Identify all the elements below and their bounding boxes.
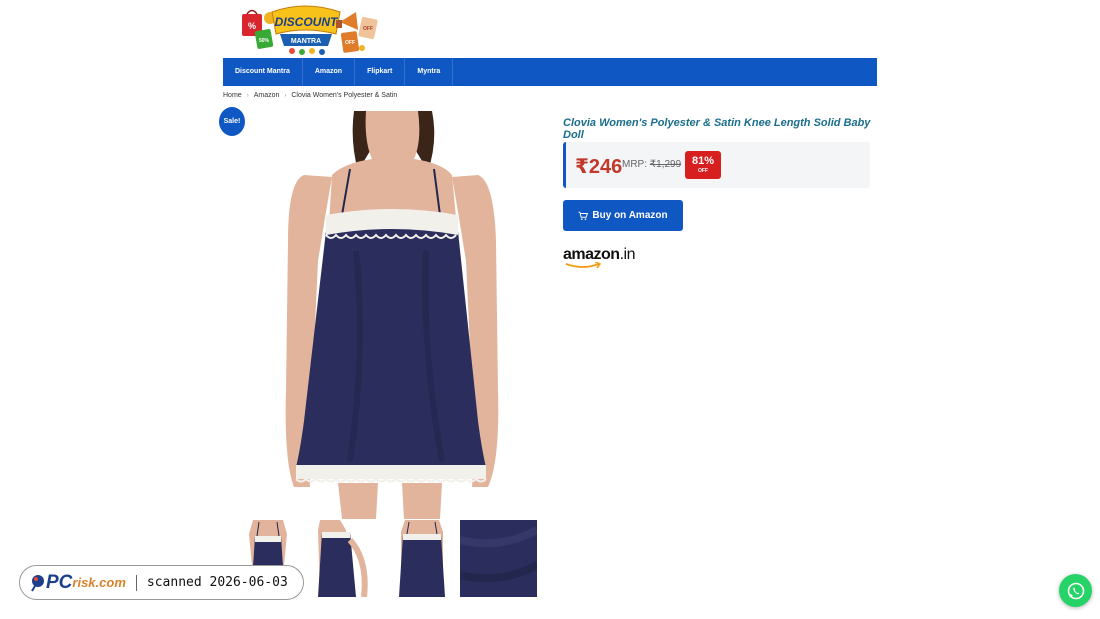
sale-badge: Sale! [219,107,245,136]
product-main-image[interactable] [246,111,537,519]
product-price: ₹246 [575,156,623,178]
mrp-prefix: MRP: [622,159,647,170]
product-title: Clovia Women's Polyester & Satin Knee Le… [563,117,871,141]
scan-watermark: PC risk.com scanned 2026-06-03 [19,565,304,600]
product-thumbnail[interactable] [306,520,383,598]
product-thumbnail[interactable] [459,520,539,597]
nav-item-amazon[interactable]: Amazon [303,58,356,86]
breadcrumb: Home › Amazon › Clovia Women's Polyester… [223,92,397,99]
logo-bag-label: OFF [363,26,373,32]
breadcrumb-separator-icon: › [246,92,249,99]
mrp-value: ₹1,299 [649,159,682,170]
nav-item-flipkart[interactable]: Flipkart [355,58,406,86]
logo-line1: DISCOUNT [275,15,339,29]
discount-percent: 81% [691,155,715,167]
site-logo[interactable]: % 50% DISCOUNT MANTRA OFF OFF [240,4,380,56]
logo-bag-label: OFF [345,40,355,46]
pcrisk-logo: PC risk.com [30,572,126,594]
product-page: % 50% DISCOUNT MANTRA OFF OFF Discount M… [0,0,1100,619]
price-box: ₹246 MRP: ₹1,299 81% OFF [563,142,870,188]
breadcrumb-separator-icon: › [284,92,287,99]
nav-item-myntra[interactable]: Myntra [405,58,454,86]
logo-bag-label: % [248,21,256,31]
breadcrumb-current: Clovia Women's Polyester & Satin [291,92,398,99]
amazon-in-logo: amazon.in [563,246,635,272]
discount-badge: 81% OFF [685,151,721,179]
logo-bag-label: 50% [259,38,270,44]
product-thumbnail[interactable] [383,520,460,597]
breadcrumb-home[interactable]: Home [223,92,242,99]
discount-off-label: OFF [698,168,708,174]
mrp-label: MRP: ₹1,299 [622,159,681,170]
buy-button-label: Buy on Amazon [592,210,668,221]
pcrisk-logo-pc: PC [46,571,73,593]
amazon-logo-main: amazon [563,246,620,263]
whatsapp-icon [1067,582,1084,599]
cart-icon [579,211,589,220]
amazon-logo-suffix: .in [619,246,636,263]
magnifier-icon [31,574,44,592]
amazon-smile-icon [565,262,602,269]
whatsapp-chat-button[interactable] [1059,574,1092,607]
logo-line2: MANTRA [291,38,321,45]
pcrisk-logo-risk: risk.com [72,575,126,590]
watermark-divider [135,574,137,591]
buy-on-amazon-button[interactable]: Buy on Amazon [563,200,683,231]
main-nav: Discount Mantra Amazon Flipkart Myntra [223,58,877,86]
breadcrumb-category[interactable]: Amazon [254,92,280,99]
watermark-text: scanned 2026-06-03 [146,575,288,590]
nav-item-discount-mantra[interactable]: Discount Mantra [223,58,303,86]
